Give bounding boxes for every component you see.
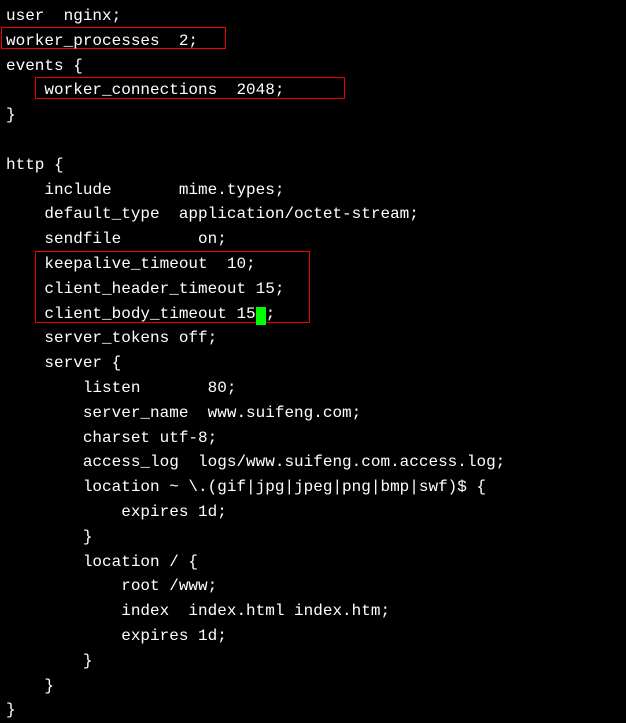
cfg-line: sendfile on;	[6, 230, 227, 248]
cfg-line: default_type application/octet-stream;	[6, 205, 419, 223]
cfg-line: server_tokens off;	[6, 329, 217, 347]
cfg-line: user nginx;	[6, 7, 121, 25]
cfg-line: }	[6, 701, 16, 719]
cfg-line: access_log logs/www.suifeng.com.access.l…	[6, 453, 505, 471]
cfg-line: charset utf-8;	[6, 429, 217, 447]
cfg-line: keepalive_timeout 10;	[6, 255, 256, 273]
cfg-line: client_header_timeout 15;	[6, 280, 284, 298]
cfg-line: worker_processes 2;	[6, 32, 198, 50]
cfg-line: client_body_timeout 15	[6, 305, 256, 323]
nginx-config-text: user nginx; worker_processes 2; events {…	[6, 4, 620, 723]
cfg-line: events {	[6, 57, 83, 75]
terminal-cursor	[256, 307, 266, 325]
cfg-line: listen 80;	[6, 379, 236, 397]
cfg-line: root /www;	[6, 577, 217, 595]
cfg-line: server_name www.suifeng.com;	[6, 404, 361, 422]
cfg-line: expires 1d;	[6, 503, 227, 521]
cfg-line: include mime.types;	[6, 181, 284, 199]
cfg-line: server {	[6, 354, 121, 372]
cfg-line: ;	[266, 305, 276, 323]
cfg-line: index index.html index.htm;	[6, 602, 390, 620]
cfg-line: http {	[6, 156, 64, 174]
cfg-line: }	[6, 106, 16, 124]
cfg-line: worker_connections 2048;	[6, 81, 284, 99]
cfg-line: }	[6, 652, 92, 670]
cfg-line: expires 1d;	[6, 627, 227, 645]
cfg-line: location / {	[6, 553, 198, 571]
cfg-line: location ~ \.(gif|jpg|jpeg|png|bmp|swf)$…	[6, 478, 486, 496]
cfg-line: }	[6, 528, 92, 546]
cfg-line: }	[6, 677, 54, 695]
